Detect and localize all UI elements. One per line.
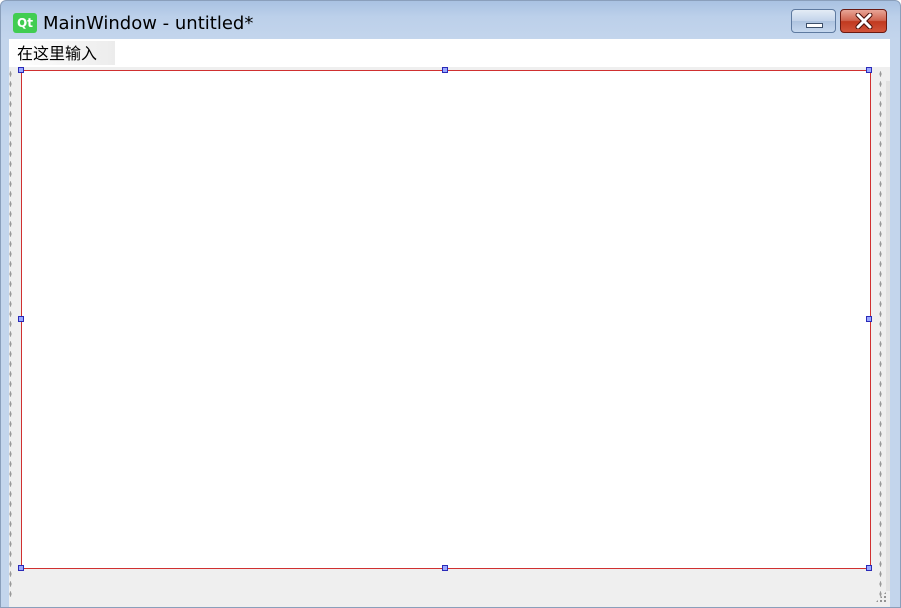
layout-grid-left	[9, 69, 12, 599]
client-area: 在这里输入	[9, 39, 890, 607]
resize-handle-middle-right[interactable]	[866, 316, 872, 322]
close-icon	[855, 13, 873, 29]
resize-handle-top-right[interactable]	[866, 67, 872, 73]
main-window: Qt MainWindow - untitled* 在这里输入	[0, 0, 901, 608]
resize-handle-bottom-right[interactable]	[866, 565, 872, 571]
menu-bar: 在这里输入	[9, 39, 890, 67]
resize-handle-bottom-left[interactable]	[18, 565, 24, 571]
menu-item-type-here[interactable]: 在这里输入	[11, 41, 115, 65]
resize-handle-bottom-center[interactable]	[442, 565, 448, 571]
close-button[interactable]	[840, 9, 887, 33]
right-edge-strip	[886, 81, 890, 591]
resize-handle-top-left[interactable]	[18, 67, 24, 73]
minimize-icon	[806, 23, 823, 28]
title-bar[interactable]: Qt MainWindow - untitled*	[1, 1, 900, 39]
central-widget-canvas[interactable]	[21, 70, 871, 569]
qt-app-icon: Qt	[13, 13, 37, 33]
layout-grid-right	[879, 69, 882, 599]
minimize-button[interactable]	[791, 9, 836, 33]
window-title: MainWindow - untitled*	[43, 13, 254, 34]
resize-handle-top-center[interactable]	[442, 67, 448, 73]
resize-handle-middle-left[interactable]	[18, 316, 24, 322]
